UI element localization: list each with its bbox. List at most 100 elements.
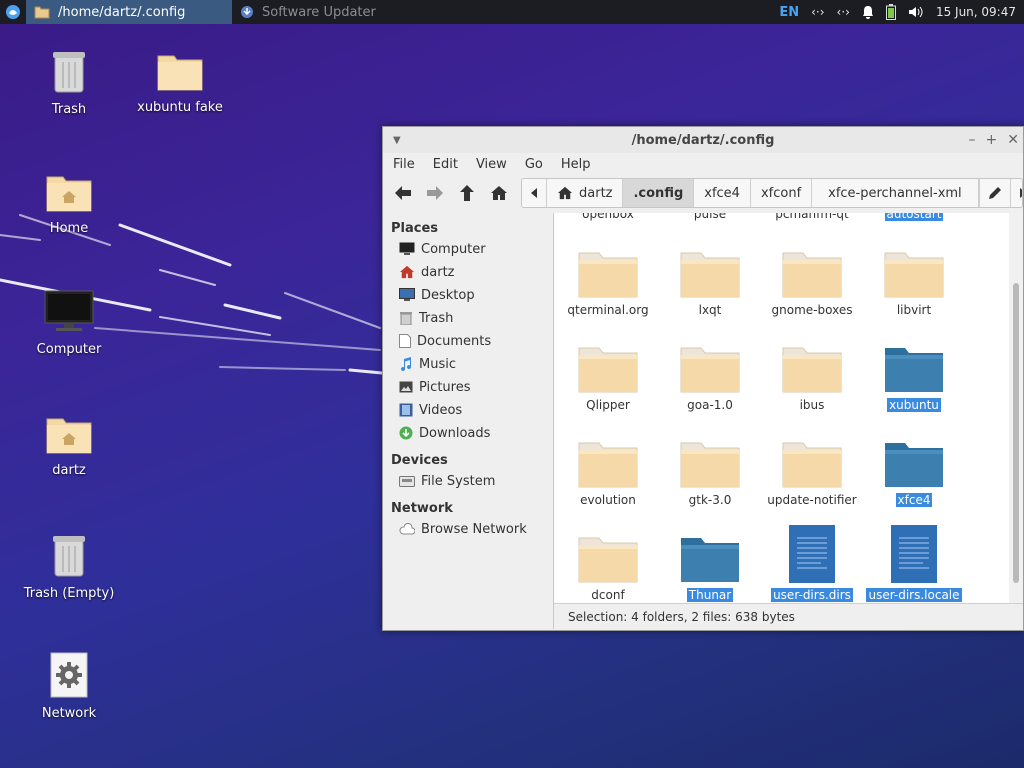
breadcrumb-item-xfce-perchannel-xml[interactable]: xfce-perchannel-xml <box>812 179 979 207</box>
breadcrumb-item-dartz[interactable]: dartz <box>547 179 624 207</box>
desktop-icon-home[interactable]: Home <box>19 173 119 236</box>
arrow-left-icon <box>395 186 411 200</box>
clock[interactable]: 15 Jun, 09:47 <box>936 5 1016 19</box>
trash-icon <box>400 312 412 325</box>
file-item[interactable]: user-dirs.dirs <box>762 522 862 602</box>
folder-item[interactable]: gtk-3.0 <box>660 427 760 507</box>
menubar: File Edit View Go Help <box>383 153 1023 175</box>
menu-help[interactable]: Help <box>561 157 591 172</box>
up-button[interactable] <box>453 179 481 207</box>
sidebar-item-downloads[interactable]: Downloads <box>383 422 553 445</box>
folder-icon <box>782 252 842 298</box>
file-manager-window: ▼ /home/dartz/.config – + ✕ File Edit Vi… <box>382 126 1024 631</box>
minimize-icon[interactable]: – <box>969 132 976 148</box>
breadcrumb-item-config[interactable]: .config <box>623 179 695 207</box>
folder-item[interactable]: xubuntu <box>864 332 964 412</box>
folder-item[interactable]: dconf <box>558 522 658 602</box>
folder-icon <box>578 442 638 488</box>
desktop-icon-network[interactable]: Network <box>19 652 119 721</box>
breadcrumb-scroll-left-button[interactable] <box>522 179 547 207</box>
desktop-icon-dartz[interactable]: dartz <box>19 415 119 478</box>
sidebar-item-dartz[interactable]: dartz <box>383 261 553 284</box>
taskbar-item-file-manager[interactable]: /home/dartz/.config <box>26 0 232 24</box>
menu-go[interactable]: Go <box>525 157 543 172</box>
menu-edit[interactable]: Edit <box>433 157 458 172</box>
folder-item[interactable]: goa-1.0 <box>660 332 760 412</box>
sidebar-item-pictures[interactable]: Pictures <box>383 376 553 399</box>
file-item-label[interactable]: pulse <box>660 213 760 221</box>
sidebar-item-computer[interactable]: Computer <box>383 238 553 261</box>
folder-item[interactable]: Qlipper <box>558 332 658 412</box>
file-item-label: Thunar <box>686 588 734 602</box>
breadcrumb-scroll-right-button[interactable] <box>1011 179 1022 207</box>
home-icon <box>558 186 572 200</box>
desktop-icon-trash-empty[interactable]: Trash (Empty) <box>19 532 119 601</box>
file-item-label[interactable]: autostart <box>864 213 964 221</box>
download-icon <box>399 426 413 440</box>
desktop-icon-label: Home <box>49 221 89 236</box>
folder-item[interactable]: ibus <box>762 332 862 412</box>
folder-item[interactable]: update-notifier <box>762 427 862 507</box>
sidebar-item-label: Pictures <box>419 379 471 395</box>
home-folder-icon <box>46 418 92 454</box>
file-view[interactable]: openbox pulse pcmanfm-qt autostart qterm… <box>554 213 1009 603</box>
breadcrumb-item-xfce4[interactable]: xfce4 <box>694 179 751 207</box>
folder-item[interactable]: Thunar <box>660 522 760 602</box>
folder-item[interactable]: gnome-boxes <box>762 237 862 317</box>
back-button[interactable] <box>389 179 417 207</box>
window-titlebar[interactable]: ▼ /home/dartz/.config – + ✕ <box>383 127 1023 153</box>
file-item-label[interactable]: pcmanfm-qt <box>762 213 862 221</box>
system-tray: EN ‹·› ‹·› 15 Jun, 09:47 <box>779 4 1024 20</box>
taskbar-item-software-updater[interactable]: Software Updater <box>232 0 386 24</box>
music-icon <box>401 357 412 371</box>
notification-bell-icon[interactable] <box>862 5 874 19</box>
sidebar-item-browse-network[interactable]: Browse Network <box>383 518 553 541</box>
forward-button[interactable] <box>421 179 449 207</box>
sidebar-item-videos[interactable]: Videos <box>383 399 553 422</box>
file-item-label[interactable]: openbox <box>558 213 658 221</box>
breadcrumb-item-xfconf[interactable]: xfconf <box>751 179 813 207</box>
folder-icon <box>680 347 740 393</box>
folder-item[interactable]: xfce4 <box>864 427 964 507</box>
document-icon <box>399 334 411 348</box>
desktop-icon <box>399 288 415 301</box>
sidebar-item-file-system[interactable]: File System <box>383 470 553 493</box>
sidebar-header-places: Places <box>391 221 439 236</box>
vertical-scrollbar[interactable] <box>1009 213 1023 603</box>
sidebar-header-devices: Devices <box>391 453 448 468</box>
sidebar-item-trash[interactable]: Trash <box>383 307 553 330</box>
sidebar-item-music[interactable]: Music <box>383 353 553 376</box>
text-file-icon <box>789 525 835 583</box>
gear-icon <box>50 652 88 698</box>
network-icon[interactable]: ‹·› <box>811 5 824 19</box>
folder-item[interactable]: qterminal.org <box>558 237 658 317</box>
scrollbar-thumb[interactable] <box>1013 283 1019 583</box>
close-icon[interactable]: ✕ <box>1007 132 1019 148</box>
sidebar-item-desktop[interactable]: Desktop <box>383 284 553 307</box>
home-button[interactable] <box>485 179 513 207</box>
edit-location-button[interactable] <box>978 179 1011 207</box>
sidebar-item-documents[interactable]: Documents <box>383 330 553 353</box>
maximize-icon[interactable]: + <box>986 132 998 148</box>
folder-icon <box>885 348 943 392</box>
file-item-label: libvirt <box>896 303 932 317</box>
battery-icon[interactable] <box>885 4 896 20</box>
file-item-label: ibus <box>799 398 825 412</box>
folder-item[interactable]: lxqt <box>660 237 760 317</box>
menu-file[interactable]: File <box>393 157 415 172</box>
file-item-label: update-notifier <box>767 493 857 507</box>
network-icon[interactable]: ‹·› <box>837 5 850 19</box>
desktop-icon-xubuntu-fake[interactable]: xubuntu fake <box>130 52 230 115</box>
folder-icon <box>680 442 740 488</box>
taskbar-item-label: /home/dartz/.config <box>58 4 186 20</box>
folder-item[interactable]: evolution <box>558 427 658 507</box>
home-icon <box>491 186 507 200</box>
desktop-icon-computer[interactable]: Computer <box>19 290 119 357</box>
folder-item[interactable]: libvirt <box>864 237 964 317</box>
file-item[interactable]: user-dirs.locale <box>864 522 964 602</box>
menu-view[interactable]: View <box>476 157 507 172</box>
volume-icon[interactable] <box>908 5 924 19</box>
whisker-menu-button[interactable] <box>0 0 26 24</box>
desktop-icon-trash[interactable]: Trash <box>19 48 119 117</box>
keyboard-layout-indicator[interactable]: EN <box>779 5 799 20</box>
